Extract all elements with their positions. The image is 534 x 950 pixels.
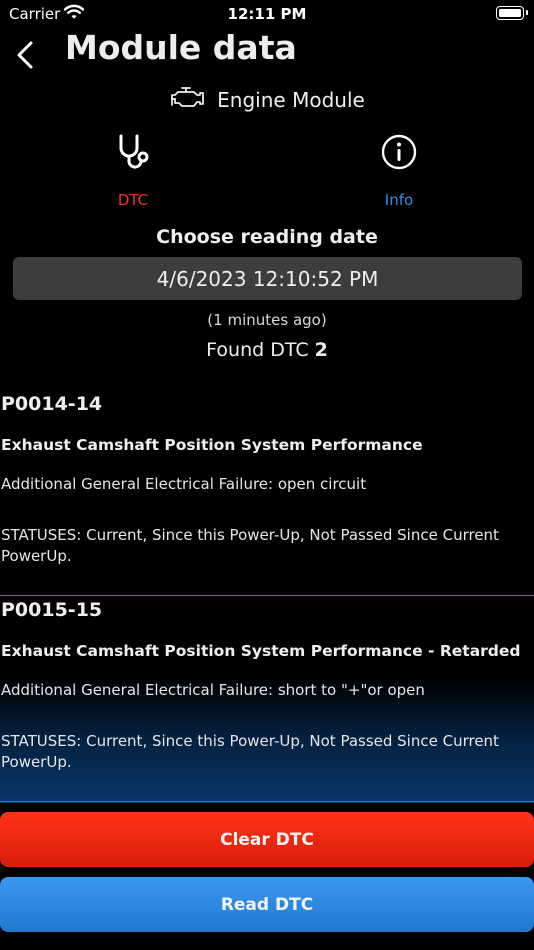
dtc-description: Exhaust Camshaft Position System Perform…	[1, 642, 521, 660]
divider	[0, 595, 534, 596]
back-button[interactable]	[12, 38, 42, 72]
info-icon	[354, 130, 444, 174]
dtc-code: P0014-14	[1, 393, 103, 415]
battery-icon	[496, 6, 528, 20]
chevron-left-icon	[17, 41, 33, 69]
reading-date-selector[interactable]: 4/6/2023 12:10:52 PM	[13, 257, 522, 300]
divider	[0, 801, 534, 802]
dtc-statuses: STATUSES: Current, Since this Power-Up, …	[1, 526, 499, 565]
found-dtc: Found DTC 2	[0, 339, 534, 361]
page-title: Module data	[65, 28, 297, 67]
dtc-code: P0015-15	[1, 599, 103, 621]
reading-age: (1 minutes ago)	[207, 311, 327, 329]
module-header: Engine Module	[0, 86, 534, 114]
dtc-additional-info: Additional General Electrical Failure: s…	[1, 681, 425, 699]
dtc-description: Exhaust Camshaft Position System Perform…	[1, 436, 423, 454]
engine-icon	[169, 85, 205, 115]
stethoscope-icon	[88, 130, 178, 174]
clear-dtc-button[interactable]: Clear DTC	[0, 812, 534, 867]
dtc-item: P0015-15 Exhaust Camshaft Position Syste…	[0, 597, 534, 803]
found-dtc-count: 2	[314, 339, 328, 361]
dtc-additional-info: Additional General Electrical Failure: o…	[1, 475, 367, 493]
tab-info-label: Info	[384, 191, 414, 209]
dtc-statuses: STATUSES: Current, Since this Power-Up, …	[1, 732, 499, 771]
tab-dtc[interactable]: DTC	[88, 130, 178, 214]
found-dtc-label: Found DTC	[206, 339, 309, 361]
tab-info[interactable]: Info	[354, 130, 444, 214]
module-name: Engine Module	[217, 88, 365, 112]
reading-date-value: 4/6/2023 12:10:52 PM	[156, 266, 379, 291]
choose-reading-date-label: Choose reading date	[156, 226, 378, 248]
clock: 12:11 PM	[227, 5, 307, 23]
read-dtc-button[interactable]: Read DTC	[0, 877, 534, 932]
dtc-item: P0014-14 Exhaust Camshaft Position Syste…	[0, 380, 534, 596]
tab-dtc-label: DTC	[117, 191, 149, 209]
status-bar: Carrier 12:11 PM	[0, 0, 534, 30]
